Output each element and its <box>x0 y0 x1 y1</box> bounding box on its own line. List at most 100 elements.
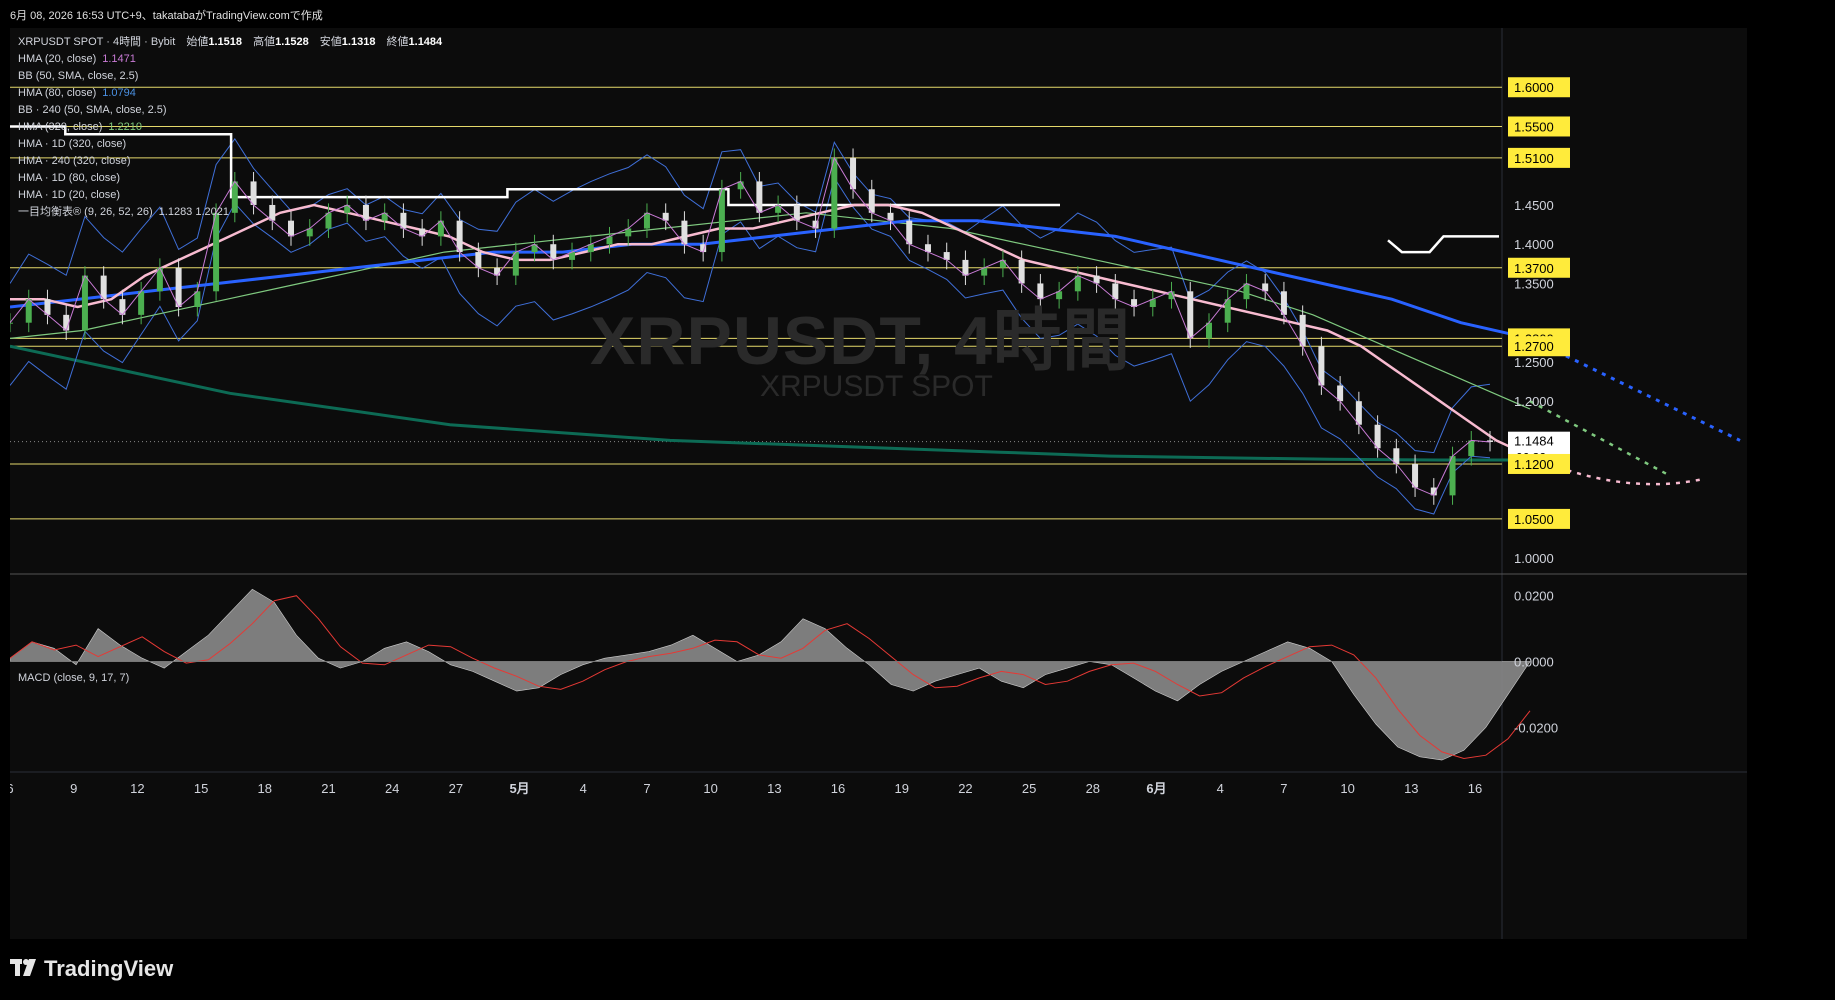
time-tick-label: 16 <box>1468 781 1482 796</box>
candle-body[interactable] <box>831 157 838 229</box>
candle-body[interactable] <box>1280 291 1287 315</box>
candle-body[interactable] <box>793 204 800 221</box>
legend-indicator-name: 一目均衡表® (9, 26, 52, 26) <box>18 206 153 218</box>
price-tick-label: 1.2700 <box>1514 339 1554 354</box>
price-tick-label: 1.5500 <box>1514 119 1554 134</box>
time-tick-label: 25 <box>1022 781 1036 796</box>
candle-body[interactable] <box>25 299 32 323</box>
price-tick-label: 1.3700 <box>1514 261 1554 276</box>
price-tick-label: 1.4500 <box>1514 198 1554 213</box>
candle-body[interactable] <box>1412 463 1419 488</box>
candle-body[interactable] <box>456 220 463 253</box>
brand-name[interactable]: TradingView <box>44 956 173 982</box>
tradingview-logo-icon <box>10 959 36 976</box>
legend-indicator-row[interactable]: HMA (80, close) 1.0794 <box>18 85 442 102</box>
candle-body[interactable] <box>1374 424 1381 449</box>
time-tick-label: 18 <box>258 781 272 796</box>
legend-indicator-value: 1.0794 <box>102 87 136 99</box>
time-tick-label: 24 <box>385 781 399 796</box>
candle-body[interactable] <box>1355 401 1362 425</box>
time-tick-label: 4 <box>580 781 587 796</box>
candle-body[interactable] <box>512 252 519 276</box>
time-tick-label: 10 <box>703 781 717 796</box>
price-tick-label: 1.1200 <box>1514 457 1554 472</box>
time-tick-label: 21 <box>321 781 335 796</box>
legend-indicator-row[interactable]: BB · 240 (50, SMA, close, 2.5) <box>18 102 442 119</box>
candle-body[interactable] <box>1018 259 1025 284</box>
legend-indicator-row[interactable]: HMA · 1D (80, close) <box>18 170 442 187</box>
time-tick-label: 5月 <box>509 781 529 796</box>
legend-indicator-value: 1.1283 1.2021 <box>158 206 230 218</box>
time-tick-label: 12 <box>130 781 144 796</box>
legend-ohlc-open: 始値1.1518 <box>186 36 243 48</box>
time-tick-label: 22 <box>958 781 972 796</box>
macd-pane-label[interactable]: MACD (close, 9, 17, 7) <box>18 672 129 684</box>
legend-indicator-row[interactable]: 一目均衡表® (9, 26, 52, 26) 1.1283 1.2021 <box>18 204 442 221</box>
legend-indicator-name: BB · 240 (50, SMA, close, 2.5) <box>18 104 167 116</box>
legend-indicator-row[interactable]: HMA · 1D (320, close) <box>18 136 442 153</box>
legend-symbol: XRPUSDT SPOT · 4時間 · Bybit <box>18 36 176 48</box>
candle-body[interactable] <box>1299 314 1306 347</box>
legend-indicator-list: HMA (20, close) 1.1471 BB (50, SMA, close,… <box>18 51 442 221</box>
legend-indicator-name: HMA (80, close) <box>18 87 97 99</box>
candle-body[interactable] <box>756 181 763 213</box>
indicator-legend: XRPUSDT SPOT · 4時間 · Bybit 始値1.1518 高値1.… <box>18 34 442 221</box>
legend-ohlc-low: 安値1.1318 <box>319 36 376 48</box>
candle-body[interactable] <box>868 189 875 213</box>
candle-body[interactable] <box>138 291 145 315</box>
candle-body[interactable] <box>1224 299 1231 323</box>
candle-body[interactable] <box>681 220 688 245</box>
time-tick-label: 4 <box>1217 781 1224 796</box>
current-price-label: 1.1484 <box>1514 434 1554 449</box>
footer-bar: TradingView <box>0 940 1835 1000</box>
candle-body[interactable] <box>906 220 913 245</box>
time-tick-label: 27 <box>449 781 463 796</box>
time-tick-label: 9 <box>70 781 77 796</box>
time-tick-label: 28 <box>1086 781 1100 796</box>
legend-indicator-row[interactable]: HMA · 1D (20, close) <box>18 187 442 204</box>
legend-indicator-name: HMA (20, close) <box>18 53 97 65</box>
candle-body[interactable] <box>213 212 220 292</box>
legend-indicator-name: HMA (320, close) <box>18 121 103 133</box>
legend-indicator-row[interactable]: HMA (320, close) 1.2210 <box>18 119 442 136</box>
candle-body[interactable] <box>1187 291 1194 339</box>
legend-symbol-row[interactable]: XRPUSDT SPOT · 4時間 · Bybit 始値1.1518 高値1.… <box>18 34 442 51</box>
time-tick-label: 13 <box>1404 781 1418 796</box>
price-tick-label: 1.0500 <box>1514 512 1554 527</box>
macd-tick-label: 0.0200 <box>1514 589 1554 604</box>
price-tick-label: 1.2000 <box>1514 394 1554 409</box>
price-tick-label: 1.3500 <box>1514 276 1554 291</box>
legend-indicator-row[interactable]: HMA (20, close) 1.1471 <box>18 51 442 68</box>
price-tick-label: 1.4000 <box>1514 237 1554 252</box>
candle-body[interactable] <box>1318 346 1325 386</box>
price-tick-label: 1.5100 <box>1514 151 1554 166</box>
legend-indicator-row[interactable]: HMA · 240 (320, close) <box>18 153 442 170</box>
time-tick-label: 15 <box>194 781 208 796</box>
legend-indicator-value: 1.1471 <box>102 53 136 65</box>
symbol-watermark-sub: XRPUSDT SPOT <box>760 370 993 403</box>
candle-body[interactable] <box>81 275 88 331</box>
price-tick-label: 1.6000 <box>1514 80 1554 95</box>
candle-body[interactable] <box>1449 456 1456 496</box>
caption-text: 6月 08, 2026 16:53 UTC+9、takatabaがTrading… <box>10 10 323 22</box>
legend-indicator-name: HMA · 1D (20, close) <box>18 189 121 201</box>
legend-ohlc-high: 高値1.1528 <box>253 36 309 48</box>
price-tick-label: 1.2500 <box>1514 355 1554 370</box>
candle-body[interactable] <box>100 275 107 300</box>
candle-body[interactable] <box>175 267 182 307</box>
time-tick-label: 16 <box>831 781 845 796</box>
time-tick-label: 7 <box>1280 781 1287 796</box>
candle-body[interactable] <box>718 189 725 253</box>
time-tick-label: 6 <box>10 781 14 796</box>
candle-body[interactable] <box>850 157 857 190</box>
time-tick-label: 7 <box>643 781 650 796</box>
caption-bar: 6月 08, 2026 16:53 UTC+9、takatabaがTrading… <box>0 0 1835 28</box>
legend-indicator-name: HMA · 1D (320, close) <box>18 138 127 150</box>
time-tick-label: 19 <box>895 781 909 796</box>
time-tick-label: 13 <box>767 781 781 796</box>
legend-indicator-name: BB (50, SMA, close, 2.5) <box>18 70 139 82</box>
legend-indicator-row[interactable]: BB (50, SMA, close, 2.5) <box>18 68 442 85</box>
legend-ohlc-close: 終値1.1484 <box>386 36 443 48</box>
time-tick-label: 10 <box>1340 781 1354 796</box>
legend-indicator-name: HMA · 1D (80, close) <box>18 172 121 184</box>
